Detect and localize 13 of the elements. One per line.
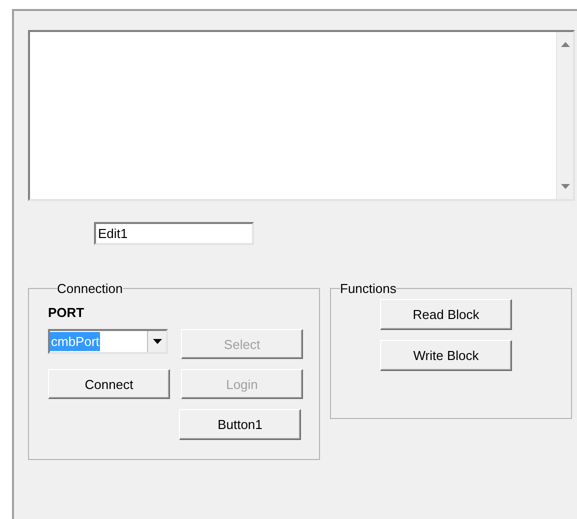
- push-button[interactable]: Write Block: [380, 340, 512, 371]
- dropdown-caret-icon[interactable]: [152, 339, 162, 344]
- push-button[interactable]: Read Block: [380, 299, 512, 330]
- scroll-up-icon[interactable]: [560, 42, 570, 47]
- edit-field[interactable]: Edit1: [94, 222, 254, 245]
- push-button[interactable]: Connect: [48, 369, 170, 399]
- scrollbar[interactable]: [556, 32, 573, 199]
- memo-field[interactable]: [28, 30, 575, 201]
- port-label: PORT: [48, 305, 86, 321]
- group-label: Connection: [57, 281, 123, 296]
- scroll-down-icon[interactable]: [560, 184, 570, 189]
- push-button[interactable]: Button1: [179, 409, 301, 440]
- group-label: Functions: [340, 281, 396, 296]
